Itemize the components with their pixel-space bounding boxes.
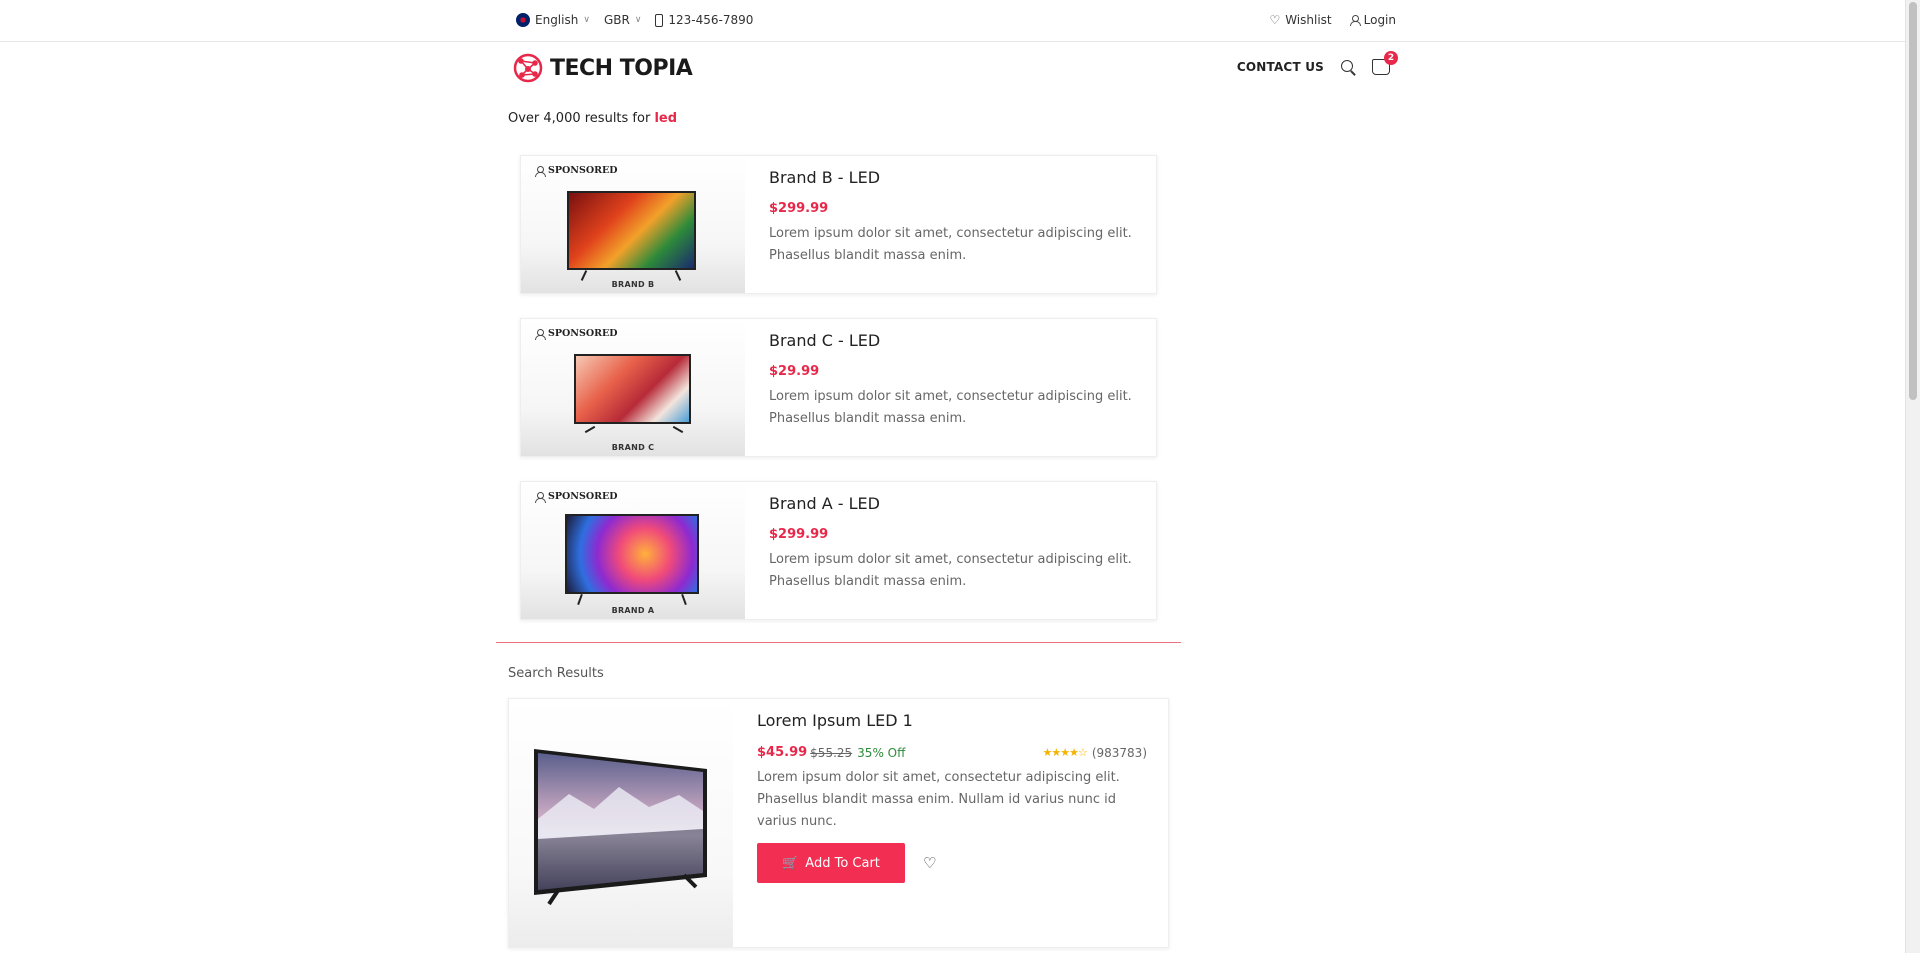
logo-text: TECH TOPIA — [550, 55, 693, 81]
scrollbar[interactable] — [1905, 0, 1920, 953]
tv-image — [574, 354, 691, 424]
phone-number: 123-456-7890 — [668, 13, 754, 27]
section-divider — [496, 642, 1181, 643]
rating: ★★★★☆ (983783) — [1043, 746, 1147, 760]
cart-count-badge: 2 — [1384, 51, 1398, 65]
product-price: $299.99 — [769, 527, 829, 542]
sponsored-tag: SPONSORED — [535, 328, 618, 340]
login-label: Login — [1363, 13, 1396, 27]
top-bar-right: ♡ Wishlist Login — [1269, 13, 1396, 27]
tv-image — [567, 191, 696, 270]
product-image: SPONSORED BRAND A — [521, 482, 745, 619]
product-price: $29.99 — [769, 364, 820, 379]
product-description: Lorem ipsum dolor sit amet, consectetur … — [769, 389, 1132, 426]
price-row: $45.99 $55.25 35% Off ★★★★☆ (983783) — [757, 745, 1147, 760]
sponsored-details: Brand A - LED $299.99 Lorem ipsum dolor … — [769, 492, 1139, 593]
scrollbar-thumb[interactable] — [1909, 2, 1917, 400]
product-image — [509, 699, 733, 947]
chevron-down-icon: ∨ — [583, 15, 590, 25]
phone-icon — [655, 13, 664, 27]
search-results-heading: Search Results — [508, 666, 604, 681]
search-icon[interactable] — [1340, 59, 1356, 75]
product-description: Lorem ipsum dolor sit amet, consectetur … — [769, 226, 1132, 263]
language-select[interactable]: English ∨ — [516, 13, 590, 27]
results-prefix: Over 4,000 results for — [508, 111, 651, 126]
cart-icon[interactable]: 2 — [1372, 51, 1398, 75]
language-label: English — [535, 13, 579, 27]
uk-flag-icon — [516, 13, 530, 27]
product-price: $299.99 — [769, 201, 829, 216]
header-nav: CONTACT US 2 — [1237, 51, 1398, 75]
results-query: led — [654, 111, 678, 126]
product-description: Lorem ipsum dolor sit amet, consectetur … — [769, 552, 1132, 589]
user-icon — [1349, 15, 1361, 26]
results-summary: Over 4,000 results for led — [508, 111, 677, 126]
review-count: (983783) — [1091, 745, 1147, 760]
cart-icon: 🛒 — [782, 855, 799, 871]
top-bar-left: English ∨ GBR ∨ 123-456-7890 — [516, 13, 753, 27]
product-price: $45.99 — [757, 745, 808, 760]
add-to-cart-label: Add To Cart — [805, 855, 880, 871]
product-actions: 🛒 Add To Cart ♡ — [757, 843, 1147, 883]
sponsored-card[interactable]: SPONSORED BRAND A Brand A - LED $299.99 … — [520, 481, 1157, 620]
product-title[interactable]: Brand A - LED — [769, 494, 1139, 513]
tv-image — [534, 749, 707, 906]
user-icon — [535, 491, 546, 503]
brand-caption: BRAND B — [611, 280, 655, 289]
product-title[interactable]: Brand C - LED — [769, 331, 1139, 350]
user-icon — [535, 328, 546, 340]
tv-image — [565, 514, 699, 594]
logo[interactable]: TECH TOPIA — [512, 52, 693, 84]
product-description: Lorem ipsum dolor sit amet, consectetur … — [757, 770, 1120, 829]
wishlist-link[interactable]: ♡ Wishlist — [1269, 13, 1331, 27]
product-image: SPONSORED BRAND B — [521, 156, 745, 293]
product-title[interactable]: Brand B - LED — [769, 168, 1139, 187]
brand-caption: BRAND A — [611, 606, 655, 615]
top-bar: English ∨ GBR ∨ 123-456-7890 ♡ Wishlist … — [0, 0, 1905, 42]
site-header: TECH TOPIA CONTACT US 2 — [0, 42, 1905, 102]
discount-label: 35% Off — [857, 745, 906, 760]
product-title[interactable]: Lorem Ipsum LED 1 — [757, 711, 1147, 730]
sponsored-card[interactable]: SPONSORED BRAND C Brand C - LED $29.99 L… — [520, 318, 1157, 457]
original-price: $55.25 — [810, 745, 853, 760]
sponsored-tag: SPONSORED — [535, 165, 618, 177]
sponsored-card[interactable]: SPONSORED BRAND B Brand B - LED $299.99 … — [520, 155, 1157, 294]
chevron-down-icon: ∨ — [634, 15, 642, 25]
phone-contact[interactable]: 123-456-7890 — [655, 13, 753, 27]
wishlist-heart-icon[interactable]: ♡ — [923, 854, 936, 872]
sponsored-label: SPONSORED — [548, 491, 618, 502]
currency-select[interactable]: GBR ∨ — [604, 13, 641, 27]
contact-us-link[interactable]: CONTACT US — [1237, 60, 1324, 74]
heart-icon: ♡ — [1269, 13, 1281, 27]
sponsored-label: SPONSORED — [548, 328, 618, 339]
sponsored-details: Brand B - LED $299.99 Lorem ipsum dolor … — [769, 166, 1139, 267]
sponsored-details: Brand C - LED $29.99 Lorem ipsum dolor s… — [769, 329, 1139, 430]
sponsored-label: SPONSORED — [548, 165, 618, 176]
logo-mark-icon — [513, 53, 543, 83]
brand-caption: BRAND C — [611, 443, 655, 452]
add-to-cart-button[interactable]: 🛒 Add To Cart — [757, 843, 905, 883]
user-icon — [535, 165, 546, 177]
product-image: SPONSORED BRAND C — [521, 319, 745, 456]
login-link[interactable]: Login — [1349, 13, 1396, 27]
currency-label: GBR — [603, 13, 630, 27]
product-details: Lorem Ipsum LED 1 $45.99 $55.25 35% Off … — [757, 711, 1147, 883]
wishlist-label: Wishlist — [1285, 13, 1332, 27]
product-card[interactable]: Lorem Ipsum LED 1 $45.99 $55.25 35% Off … — [508, 698, 1169, 948]
star-rating-icon: ★★★★☆ — [1042, 746, 1088, 759]
sponsored-tag: SPONSORED — [535, 491, 618, 503]
